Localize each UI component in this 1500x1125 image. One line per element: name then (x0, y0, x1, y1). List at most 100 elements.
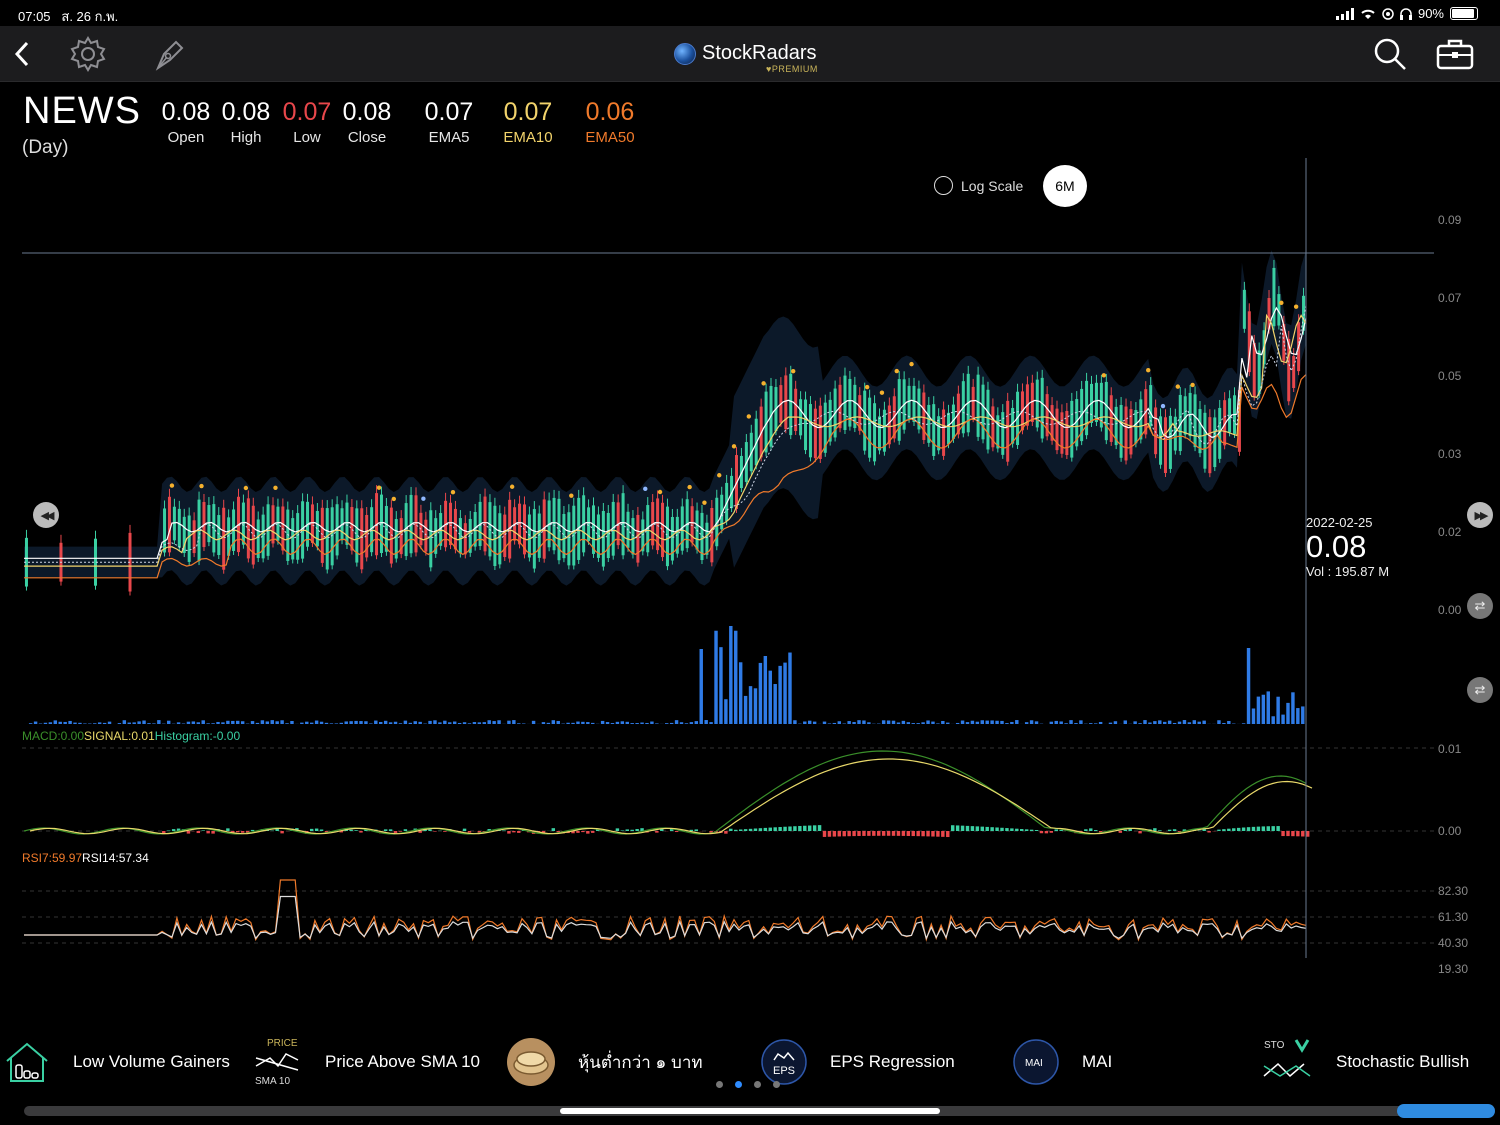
up-candle (1198, 409, 1202, 454)
page-dot[interactable] (716, 1081, 723, 1088)
macd-histogram-bar (171, 829, 176, 831)
scan-mai[interactable]: MAI MAI (1012, 1033, 1112, 1091)
signal-dot (450, 489, 456, 495)
search-button[interactable] (1370, 34, 1410, 74)
stat-value: 0.08 (342, 98, 392, 126)
status-indicators: 90% (1335, 6, 1478, 21)
up-candle (863, 390, 867, 451)
sync-price-button[interactable]: ⇄ (1467, 593, 1493, 619)
volume-bar (1054, 720, 1058, 724)
scan-stochastic-bullish[interactable]: STO Stochastic Bullish (1262, 1033, 1469, 1091)
signal-dot (1101, 373, 1107, 378)
macd-histogram-bar (625, 829, 629, 831)
timeline-range-handle[interactable] (1397, 1104, 1495, 1118)
stat-value: 0.08 (161, 98, 211, 126)
volume-bar (408, 722, 413, 724)
macd-histogram-bar (428, 829, 432, 831)
macd-histogram-bar (1000, 827, 1004, 831)
scan-low-volume-gainers[interactable]: Low Volume Gainers (4, 1033, 230, 1091)
volume-bar (477, 722, 482, 724)
scan-label: EPS Regression (830, 1052, 955, 1071)
volume-bar (48, 722, 53, 724)
stat-high: 0.08 High (220, 98, 272, 146)
down-candle (971, 386, 975, 419)
page-dot[interactable] (754, 1081, 761, 1088)
volume-bar (743, 695, 748, 724)
stat-value: 0.06 (585, 98, 635, 126)
settings-button[interactable] (68, 34, 108, 74)
macd-histogram-bar (1024, 829, 1029, 831)
macd-histogram-bar (896, 831, 901, 836)
crosshair-readout: 2022-02-25 0.08 Vol : 195.87 M (1306, 515, 1389, 579)
page-dot-active[interactable] (735, 1081, 742, 1088)
volume-bar (1167, 720, 1172, 724)
portfolio-button[interactable] (1435, 34, 1475, 74)
volume-bar (615, 721, 620, 724)
up-candle (1183, 396, 1187, 435)
volume-bar (285, 723, 289, 724)
pen-nib-icon (155, 40, 184, 71)
macd-histogram-bar (211, 831, 215, 834)
scan-under-one-baht[interactable]: หุ้นต่ำกว่า ๑ บาท (506, 1033, 703, 1091)
volume-bar (970, 720, 975, 724)
battery-icon (1450, 7, 1478, 20)
macd-histogram-bar (388, 829, 393, 831)
volume-bar (73, 722, 77, 724)
rsi-axis-label: 19.30 (1438, 962, 1468, 976)
volume-bar (1163, 721, 1167, 724)
volume-bar (734, 630, 738, 724)
volume-bar (1222, 723, 1226, 724)
rewind-button[interactable]: ◀◀ (33, 502, 59, 528)
macd-histogram-bar (467, 831, 472, 833)
macd-histogram-bar (931, 831, 935, 837)
volume-bar (1276, 696, 1280, 724)
stat-ema5: 0.07 EMA5 (422, 98, 476, 146)
macd-histogram-bar (1010, 828, 1014, 831)
volume-bar (911, 723, 915, 724)
signal-dot (717, 473, 722, 478)
volume-bar (240, 721, 245, 724)
up-candle (601, 510, 605, 567)
signal-dot (199, 483, 204, 489)
macd-histogram-bar (1276, 826, 1280, 831)
rsi-axis-label: 82.30 (1438, 884, 1468, 898)
globe-logo-icon (674, 42, 696, 65)
timeline-scroll-thumb[interactable] (560, 1108, 940, 1114)
volume-bar (916, 723, 920, 724)
volume-bar (946, 722, 950, 724)
fast-forward-button[interactable]: ▶▶ (1467, 502, 1493, 528)
macd-histogram-bar (433, 831, 437, 832)
macd-histogram-bar (1207, 831, 1211, 833)
scan-price-above-sma10[interactable]: PRICE SMA 10 Price Above SMA 10 (254, 1033, 480, 1091)
macd-histogram-bar (655, 831, 659, 833)
macd-histogram-bar (1222, 829, 1226, 831)
up-candle (996, 415, 1000, 449)
page-dot[interactable] (773, 1081, 780, 1088)
volume-bar (329, 723, 334, 724)
volume-bar (1187, 722, 1192, 724)
macd-histogram-bar (812, 825, 817, 831)
up-candle (1193, 394, 1197, 448)
up-candle (621, 493, 625, 556)
sync-volume-button[interactable]: ⇄ (1467, 677, 1493, 703)
volume-bar (1251, 708, 1256, 724)
macd-histogram-bar (250, 829, 255, 831)
draw-tool-button[interactable] (150, 34, 190, 74)
back-button[interactable] (2, 34, 42, 74)
stock-chart[interactable]: 0.09 0.07 0.05 0.03 0.02 0.00 0.01 0.00 … (0, 150, 1500, 980)
volume-bar (236, 720, 240, 724)
fast-forward-icon: ▶▶ (1474, 509, 1489, 522)
macd-histogram-bar (1020, 829, 1024, 831)
macd-histogram-bar (1306, 831, 1310, 837)
scan-eps-regression[interactable]: EPS EPS Regression (760, 1033, 955, 1091)
volume-bar (300, 722, 304, 724)
signal-dot (746, 414, 752, 419)
scan-carousel: Low Volume Gainers PRICE SMA 10 Price Ab… (0, 1025, 1500, 1100)
volume-bar (443, 720, 447, 724)
volume-bar (1271, 716, 1275, 724)
up-candle (429, 510, 433, 568)
macd-histogram-bar (793, 826, 797, 831)
ticker-symbol: NEWS (23, 90, 141, 132)
up-candle (498, 513, 502, 565)
volume-bar (1093, 723, 1098, 724)
